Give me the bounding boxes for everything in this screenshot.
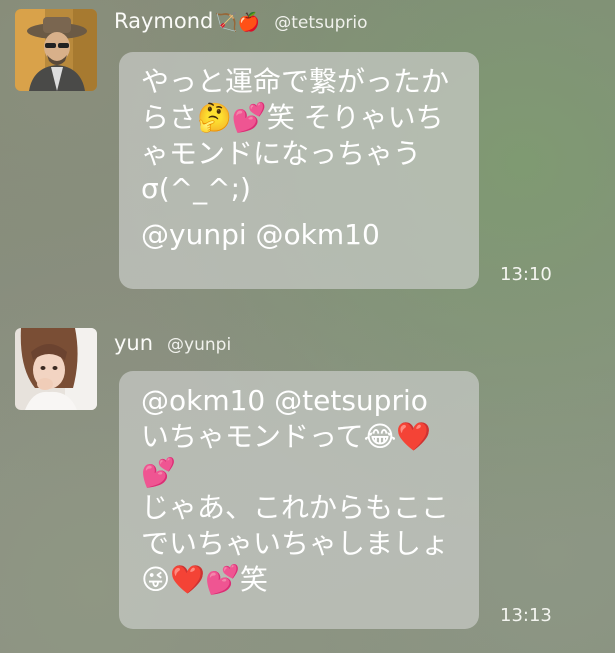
message-timestamp: 13:10: [500, 264, 552, 285]
user-handle[interactable]: @yunpi: [167, 335, 231, 355]
message-bubble[interactable]: @okm10 @tetsuprio いちゃモンドって😂❤️💕 じゃあ、これからも…: [119, 371, 479, 629]
message-text: いちゃモンドって😂❤️💕 じゃあ、これからもここでいちゃいちゃしましょ😜❤️💕笑: [141, 419, 450, 597]
message-timestamp: 13:13: [500, 605, 552, 626]
message-text: やっと運命で繋がったからさ🤔💕笑 そりゃいちゃモンドになっちゃうσ(^_^;): [141, 65, 450, 206]
user-name-row: yun @yunpi: [114, 331, 231, 355]
display-name[interactable]: Raymond: [114, 9, 213, 33]
user-name-row: Raymond 🏹🍎 @tetsuprio: [114, 9, 368, 33]
avatar[interactable]: [15, 9, 97, 91]
avatar[interactable]: [15, 328, 97, 410]
name-emoji: 🏹🍎: [215, 12, 261, 33]
message-mentions[interactable]: @okm10 @tetsuprio: [141, 383, 459, 419]
message-bubble[interactable]: やっと運命で繋がったからさ🤔💕笑 そりゃいちゃモンドになっちゃうσ(^_^;) …: [119, 52, 479, 289]
user-handle[interactable]: @tetsuprio: [274, 13, 367, 33]
display-name[interactable]: yun: [114, 331, 153, 355]
man-with-hat-avatar-icon: [15, 9, 97, 91]
message-mentions[interactable]: @yunpi @okm10: [141, 217, 459, 253]
girl-avatar-icon: [15, 328, 97, 410]
